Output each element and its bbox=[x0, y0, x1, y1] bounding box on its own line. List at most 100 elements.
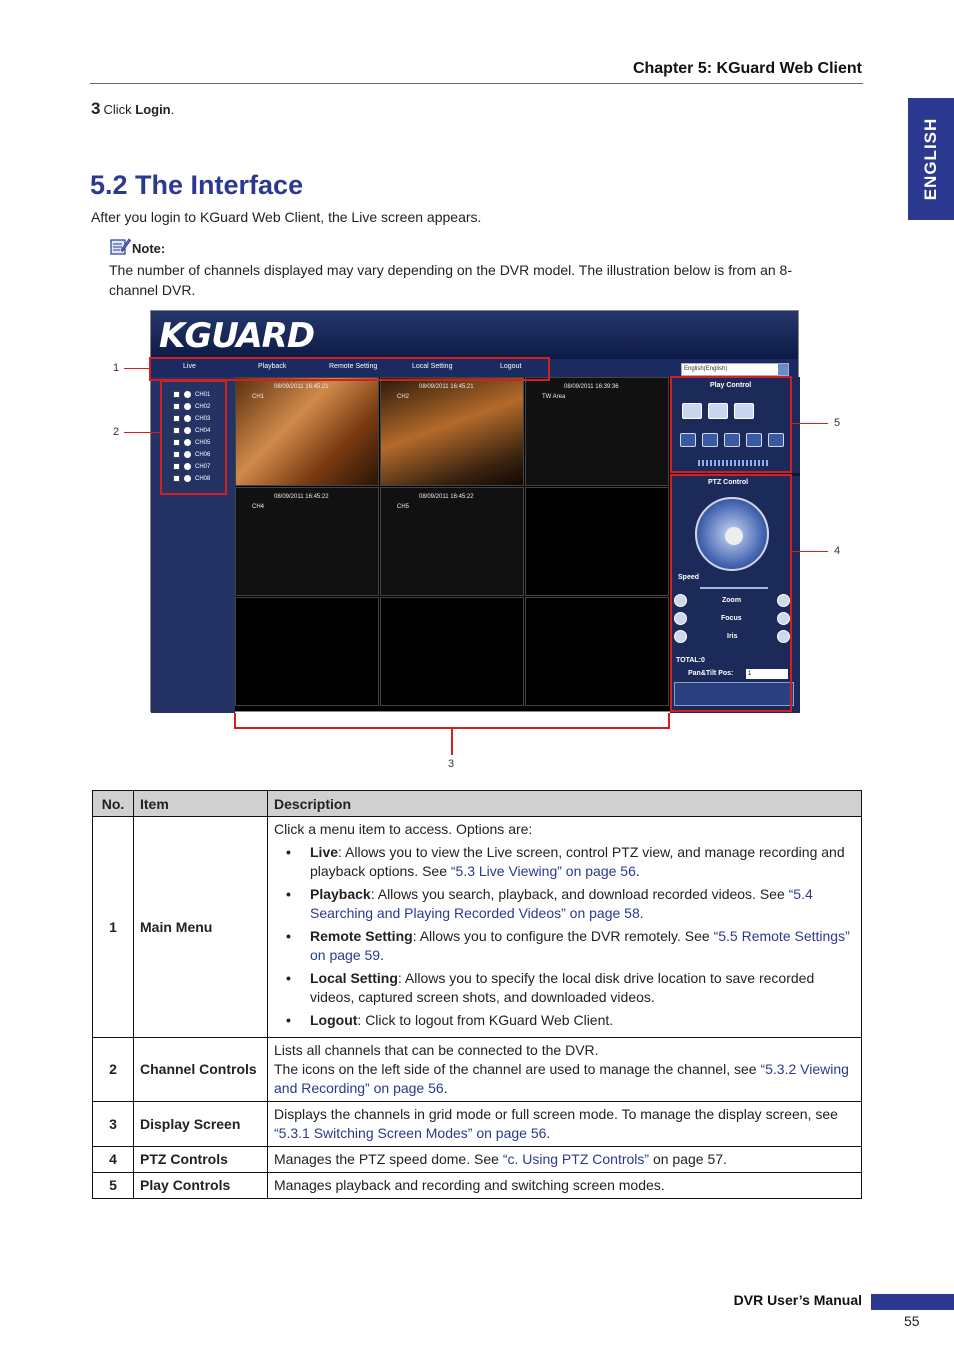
video-cell[interactable] bbox=[525, 597, 669, 706]
cell-timestamp: 08/09/2011 16:45:21 bbox=[274, 384, 329, 390]
row-item: Channel Controls bbox=[133, 1037, 268, 1102]
callout-line-3 bbox=[451, 729, 453, 755]
note-text: The number of channels displayed may var… bbox=[109, 262, 792, 298]
video-cell[interactable]: 08/09/2011 16:45:21 CH1 bbox=[235, 377, 379, 486]
interface-table: No. Item Description 1 Main Menu Click a… bbox=[92, 790, 862, 1199]
chapter-header: Chapter 5: KGuard Web Client bbox=[632, 60, 862, 77]
callout-box-1 bbox=[149, 357, 550, 381]
row-item: PTZ Controls bbox=[133, 1146, 268, 1173]
description-text: Manages the PTZ speed dome. See bbox=[274, 1151, 503, 1167]
option-name: Local Setting bbox=[310, 970, 398, 986]
row-item: Play Controls bbox=[133, 1172, 268, 1199]
cell-name: CH2 bbox=[397, 394, 410, 400]
description-end: on page 57. bbox=[649, 1151, 727, 1167]
video-cell[interactable]: 08/09/2011 16:45:22 CH5 bbox=[380, 487, 524, 596]
option-text: : Allows you to configure the DVR remote… bbox=[412, 928, 714, 944]
note-label: Note: bbox=[132, 241, 166, 256]
kguard-logo: KGUARDSECURITY bbox=[159, 319, 315, 371]
video-cell[interactable]: 08/09/2011 16:39:36 TW Area bbox=[525, 377, 669, 486]
list-item: Remote Setting: Allows you to configure … bbox=[284, 927, 855, 965]
cell-timestamp: 08/09/2011 16:39:36 bbox=[564, 384, 619, 390]
options-list: Live: Allows you to view the Live screen… bbox=[284, 843, 855, 1030]
row-description: Manages playback and recording and switc… bbox=[267, 1172, 862, 1199]
list-item: Logout: Click to logout from KGuard Web … bbox=[284, 1011, 855, 1030]
row-description: Displays the channels in grid mode or fu… bbox=[267, 1101, 862, 1147]
option-name: Logout bbox=[310, 1012, 358, 1028]
cell-timestamp: 08/09/2011 16:45:22 bbox=[274, 494, 329, 500]
description-line: Lists all channels that can be connected… bbox=[274, 1042, 599, 1058]
row-no: 5 bbox=[92, 1172, 134, 1199]
option-text: : Allows you search, playback, and downl… bbox=[370, 886, 789, 902]
note-heading: Note: bbox=[109, 236, 165, 256]
table-row: 5 Play Controls Manages playback and rec… bbox=[92, 1172, 862, 1199]
description-text: Displays the channels in grid mode or fu… bbox=[274, 1106, 838, 1122]
row-no: 2 bbox=[92, 1037, 134, 1102]
chevron-down-icon bbox=[778, 364, 788, 375]
cross-ref-link[interactable]: “5.3.1 Switching Screen Modes” on page 5… bbox=[274, 1125, 546, 1141]
cell-timestamp: 08/09/2011 16:45:21 bbox=[419, 384, 474, 390]
language-select[interactable]: English(English) bbox=[681, 363, 789, 376]
step-text-bold: Login bbox=[135, 102, 171, 117]
video-cell[interactable] bbox=[525, 487, 669, 596]
description-end: . bbox=[443, 1080, 448, 1096]
description-text: The icons on the left side of the channe… bbox=[274, 1061, 761, 1077]
option-text: : Click to logout from KGuard Web Client… bbox=[357, 1012, 614, 1028]
row-no: 4 bbox=[92, 1146, 134, 1173]
callout-number-3: 3 bbox=[448, 758, 455, 770]
header-rule bbox=[90, 83, 863, 84]
table-row: 4 PTZ Controls Manages the PTZ speed dom… bbox=[92, 1146, 862, 1173]
language-select-value: English(English) bbox=[684, 366, 728, 372]
display-screen: 08/09/2011 16:45:21 CH1 08/09/2011 16:45:… bbox=[235, 377, 669, 707]
row-description: Manages the PTZ speed dome. See “c. Usin… bbox=[267, 1146, 862, 1173]
callout-box-2 bbox=[160, 380, 227, 495]
option-end: . bbox=[639, 905, 644, 921]
note-icon bbox=[110, 238, 131, 255]
language-tab-label: ENGLISH bbox=[921, 117, 940, 201]
description-intro: Click a menu item to access. Options are… bbox=[274, 821, 533, 837]
page-number: 55 bbox=[904, 1313, 920, 1329]
option-name: Playback bbox=[310, 886, 371, 902]
callout-number-1: 1 bbox=[113, 362, 120, 374]
video-cell[interactable]: 08/09/2011 16:45:21 CH2 bbox=[380, 377, 524, 486]
cell-name: CH4 bbox=[252, 504, 265, 510]
table-row: 1 Main Menu Click a menu item to access.… bbox=[92, 816, 862, 1038]
callout-number-4: 4 bbox=[834, 545, 841, 557]
cell-name: CH5 bbox=[397, 504, 410, 510]
step-text-post: . bbox=[170, 102, 175, 117]
cross-ref-link[interactable]: “5.3 Live Viewing” on page 56 bbox=[451, 863, 636, 879]
option-end: . bbox=[635, 863, 640, 879]
callout-box-5 bbox=[670, 376, 792, 473]
list-item: Playback: Allows you search, playback, a… bbox=[284, 885, 855, 923]
callout-number-5: 5 bbox=[834, 417, 841, 429]
option-end: . bbox=[380, 947, 384, 963]
video-cell[interactable] bbox=[235, 597, 379, 706]
row-no: 1 bbox=[92, 816, 134, 1038]
row-no: 3 bbox=[92, 1101, 134, 1147]
table-row: 3 Display Screen Displays the channels i… bbox=[92, 1101, 862, 1147]
description-end: . bbox=[546, 1125, 551, 1141]
row-item: Main Menu bbox=[133, 816, 268, 1038]
list-item: Live: Allows you to view the Live screen… bbox=[284, 843, 855, 881]
table-row: 2 Channel Controls Lists all channels th… bbox=[92, 1037, 862, 1102]
callout-line-4 bbox=[792, 551, 828, 552]
cross-ref-link[interactable]: “c. Using PTZ Controls” bbox=[503, 1151, 649, 1167]
video-cell[interactable] bbox=[380, 597, 524, 706]
table-header-row: No. Item Description bbox=[92, 790, 862, 817]
header-item: Item bbox=[133, 790, 268, 817]
callout-box-3 bbox=[234, 713, 670, 729]
step-text-pre: Click bbox=[103, 102, 136, 117]
section-intro: After you login to KGuard Web Client, th… bbox=[91, 209, 482, 225]
video-cell[interactable]: 08/09/2011 16:45:22 CH4 bbox=[235, 487, 379, 596]
step-number: 3 bbox=[91, 99, 101, 118]
language-tab: ENGLISH bbox=[908, 98, 954, 220]
list-item: Local Setting: Allows you to specify the… bbox=[284, 969, 855, 1007]
option-name: Remote Setting bbox=[310, 928, 413, 944]
header-no: No. bbox=[92, 790, 134, 817]
row-description: Click a menu item to access. Options are… bbox=[267, 816, 862, 1038]
header-description: Description bbox=[267, 790, 862, 817]
cell-name: CH1 bbox=[252, 394, 265, 400]
section-title: 5.2 The Interface bbox=[90, 170, 304, 200]
option-name: Live bbox=[310, 844, 339, 860]
footer-title: DVR User’s Manual bbox=[733, 1292, 862, 1308]
cell-name: TW Area bbox=[542, 394, 566, 400]
